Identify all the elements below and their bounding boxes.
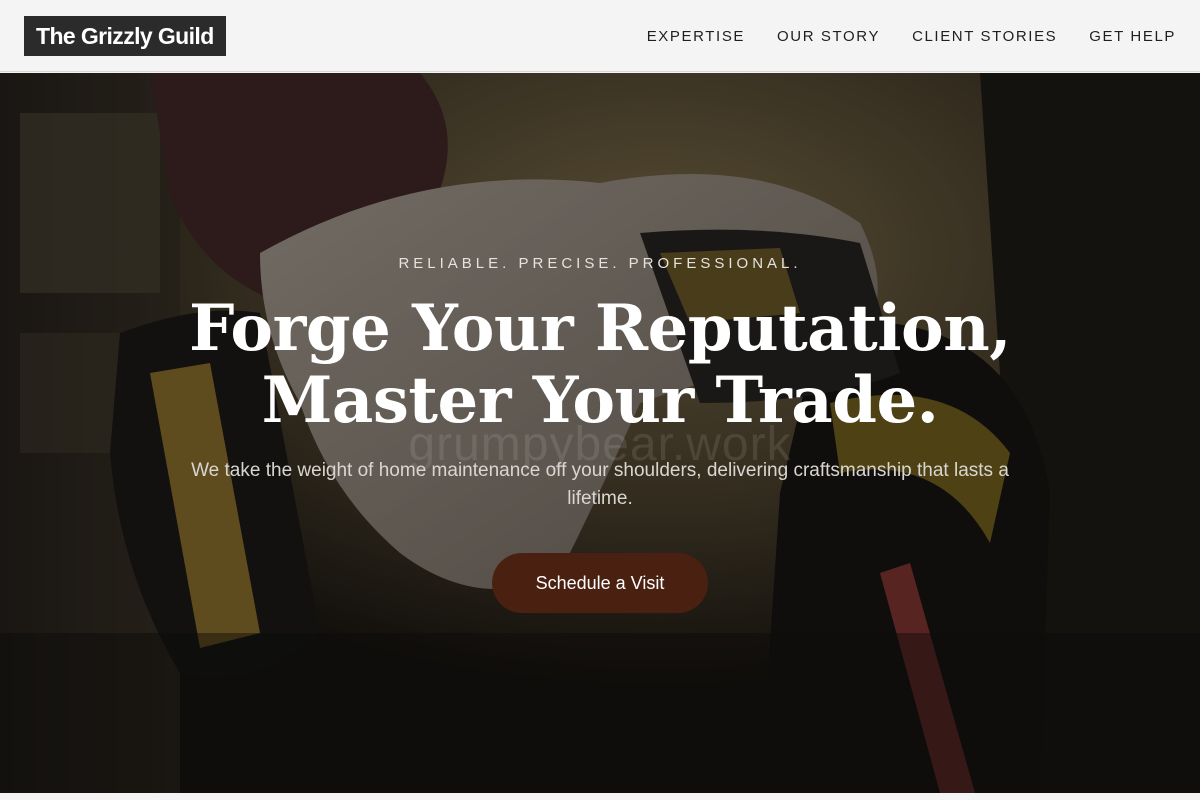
hero-subtext: We take the weight of home maintenance o… <box>191 460 1009 509</box>
site-header: The Grizzly Guild EXPERTISE OUR STORY CL… <box>0 0 1200 72</box>
nav-item-expertise[interactable]: EXPERTISE <box>647 28 745 45</box>
nav-item-client-stories[interactable]: CLIENT STORIES <box>912 28 1057 45</box>
logo[interactable]: The Grizzly Guild <box>24 16 226 56</box>
section-divider <box>0 793 1200 800</box>
hero-headline: Forge Your Reputation, Master Your Trade… <box>100 293 1100 437</box>
hero-content: RELIABLE. PRECISE. PROFESSIONAL. Forge Y… <box>0 73 1200 793</box>
hero-headline-line-2: Master Your Trade. <box>261 363 939 438</box>
nav-item-get-help[interactable]: GET HELP <box>1089 28 1176 45</box>
hero-headline-line-1: Forge Your Reputation, <box>188 291 1012 366</box>
main-nav: EXPERTISE OUR STORY CLIENT STORIES GET H… <box>647 0 1176 72</box>
hero-section: grumpybear.work RELIABLE. PRECISE. PROFE… <box>0 73 1200 793</box>
nav-item-our-story[interactable]: OUR STORY <box>777 28 880 45</box>
schedule-visit-button[interactable]: Schedule a Visit <box>492 553 708 613</box>
hero-eyebrow: RELIABLE. PRECISE. PROFESSIONAL. <box>398 255 802 272</box>
